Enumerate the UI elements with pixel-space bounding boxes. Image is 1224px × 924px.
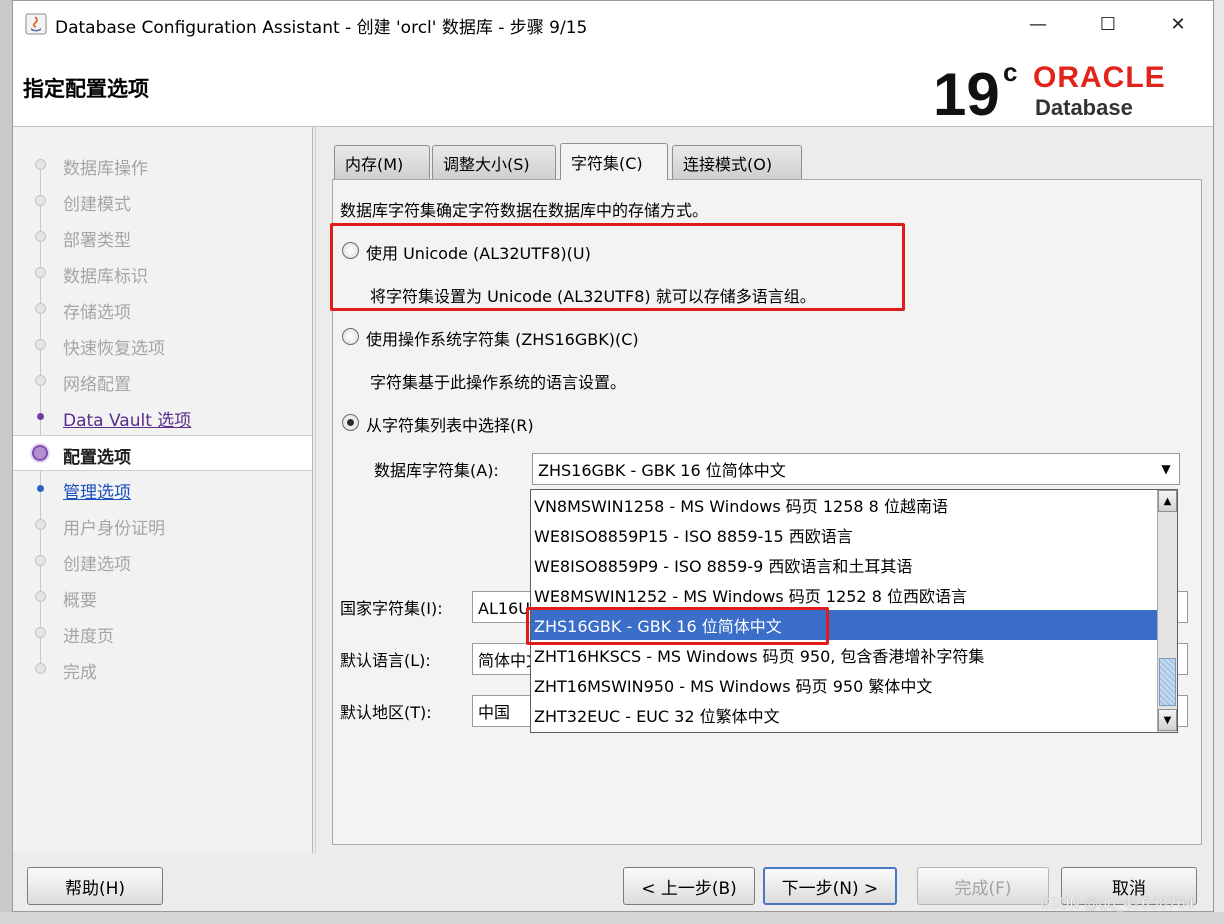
dropdown-scrollbar[interactable]: ▲ ▼ bbox=[1157, 490, 1177, 732]
charset-option[interactable]: WE8ISO8859P9 - ISO 8859-9 西欧语言和土耳其语 bbox=[531, 550, 1157, 580]
nav-step: 配置选项 bbox=[13, 435, 312, 471]
step-indicator-icon bbox=[35, 231, 46, 242]
step-indicator-icon bbox=[35, 555, 46, 566]
step-indicator-icon bbox=[37, 413, 44, 420]
logo-version: 19 bbox=[933, 61, 1000, 121]
charset-list-option-label[interactable]: 从字符集列表中选择(R) bbox=[366, 412, 534, 436]
tab-connection-mode[interactable]: 连接模式(O) bbox=[672, 145, 802, 179]
step-indicator-icon bbox=[35, 195, 46, 206]
nav-step-label: 快速恢复选项 bbox=[63, 339, 165, 359]
logo-product: Database bbox=[1035, 95, 1133, 120]
selected-highlight-box bbox=[526, 607, 829, 645]
nav-step: 存储选项 bbox=[13, 291, 312, 327]
oracle-19c-logo: 19 c ORACLE Database bbox=[933, 57, 1166, 121]
step-indicator-icon bbox=[32, 445, 48, 461]
charset-option[interactable]: ZHT32EUC - EUC 32 位繁体中文 bbox=[531, 700, 1157, 730]
nav-step-label: 数据库标识 bbox=[63, 267, 148, 287]
logo-superscript: c bbox=[1003, 57, 1017, 87]
scroll-down-icon[interactable]: ▼ bbox=[1158, 709, 1177, 731]
step-indicator-icon bbox=[35, 627, 46, 638]
db-charset-label: 数据库字符集(A): bbox=[374, 461, 499, 480]
nav-step-label: 完成 bbox=[63, 663, 97, 683]
nav-step: 创建选项 bbox=[13, 543, 312, 579]
nav-step-label: 配置选项 bbox=[63, 448, 131, 468]
title-bar[interactable]: Database Configuration Assistant - 创建 'o… bbox=[13, 1, 1213, 47]
window-title: Database Configuration Assistant - 创建 'o… bbox=[55, 18, 588, 38]
nav-step-label[interactable]: Data Vault 选项 bbox=[63, 406, 191, 431]
nav-step: 完成 bbox=[13, 651, 312, 687]
watermark: CSDN @qq_42658764 bbox=[1040, 896, 1195, 912]
unicode-option-label[interactable]: 使用 Unicode (AL32UTF8)(U) bbox=[366, 240, 591, 264]
step-indicator-icon bbox=[35, 663, 46, 674]
nav-step[interactable]: Data Vault 选项 bbox=[13, 399, 312, 435]
help-button[interactable]: 帮助(H) bbox=[27, 867, 163, 905]
nav-step-label: 网络配置 bbox=[63, 375, 131, 395]
nav-step: 用户身份证明 bbox=[13, 507, 312, 543]
nav-step-label: 存储选项 bbox=[63, 303, 131, 323]
nav-step: 网络配置 bbox=[13, 363, 312, 399]
nav-step: 进度页 bbox=[13, 615, 312, 651]
default-territory-value: 中国 bbox=[478, 703, 511, 722]
nav-step-label: 概要 bbox=[63, 591, 97, 611]
nav-step-label: 进度页 bbox=[63, 627, 114, 647]
close-button[interactable]: ✕ bbox=[1143, 1, 1213, 47]
chevron-down-icon[interactable]: ▼ bbox=[1153, 454, 1179, 484]
page-title: 指定配置选项 bbox=[23, 77, 149, 101]
finish-button[interactable]: 完成(F) bbox=[917, 867, 1049, 905]
step-indicator-icon bbox=[37, 485, 44, 492]
os-charset-option-label[interactable]: 使用操作系统字符集 (ZHS16GBK)(C) bbox=[366, 326, 639, 350]
default-territory-label: 默认地区(T): bbox=[340, 703, 432, 722]
nav-step-label: 数据库操作 bbox=[63, 159, 148, 179]
nav-step[interactable]: 管理选项 bbox=[13, 471, 312, 507]
step-indicator-icon bbox=[35, 303, 46, 314]
step-indicator-icon bbox=[35, 375, 46, 386]
national-charset-label: 国家字符集(I): bbox=[340, 599, 443, 618]
nav-step-label[interactable]: 管理选项 bbox=[63, 478, 131, 503]
default-language-label: 默认语言(L): bbox=[340, 651, 431, 670]
nav-step-label: 部署类型 bbox=[63, 231, 131, 251]
nav-step: 创建模式 bbox=[13, 183, 312, 219]
step-indicator-icon bbox=[35, 159, 46, 170]
back-button[interactable]: < 上一步(B) bbox=[623, 867, 755, 905]
logo-brand: ORACLE bbox=[1033, 61, 1166, 94]
step-indicator-icon bbox=[35, 519, 46, 530]
page-header: 指定配置选项 19 c ORACLE Database bbox=[13, 47, 1213, 127]
tab-sizing[interactable]: 调整大小(S) bbox=[432, 145, 556, 179]
charset-option[interactable]: WE8MSWIN1252 - MS Windows 码页 1252 8 位西欧语… bbox=[531, 580, 1157, 610]
charset-option[interactable]: ZHT16MSWIN950 - MS Windows 码页 950 繁体中文 bbox=[531, 670, 1157, 700]
nav-step: 数据库标识 bbox=[13, 255, 312, 291]
step-navigator: 数据库操作创建模式部署类型数据库标识存储选项快速恢复选项 网络配置 Data Vau… bbox=[13, 127, 313, 853]
step-indicator-icon bbox=[35, 591, 46, 602]
dbca-window: Database Configuration Assistant - 创建 'o… bbox=[12, 0, 1214, 912]
nav-step-label: 创建选项 bbox=[63, 555, 131, 575]
minimize-button[interactable]: — bbox=[1003, 1, 1073, 47]
unicode-option-desc: 将字符集设置为 Unicode (AL32UTF8) 就可以存储多语言组。 bbox=[370, 287, 816, 306]
desktop-background-bottom bbox=[0, 912, 1224, 924]
nav-step: 数据库操作 bbox=[13, 147, 312, 183]
step-indicator-icon bbox=[35, 339, 46, 350]
charset-intro: 数据库字符集确定字符数据在数据库中的存储方式。 bbox=[340, 201, 709, 220]
content-panel: 内存(M) 调整大小(S) 字符集(C) 连接模式(O) 数据库字符集确定字符数… bbox=[315, 127, 1213, 853]
next-button[interactable]: 下一步(N) > bbox=[763, 867, 897, 905]
maximize-button[interactable]: ☐ bbox=[1073, 1, 1143, 47]
tab-memory[interactable]: 内存(M) bbox=[334, 145, 430, 179]
java-app-icon bbox=[25, 13, 47, 35]
os-charset-radio[interactable] bbox=[342, 328, 359, 345]
db-charset-value: ZHS16GBK - GBK 16 位简体中文 bbox=[538, 461, 786, 480]
step-indicator-icon bbox=[35, 267, 46, 278]
charset-option[interactable]: WE8ISO8859P15 - ISO 8859-15 西欧语言 bbox=[531, 520, 1157, 550]
nav-step: 部署类型 bbox=[13, 219, 312, 255]
tab-charset[interactable]: 字符集(C) bbox=[560, 143, 668, 180]
charset-list-radio[interactable] bbox=[342, 414, 359, 431]
scrollbar-thumb[interactable] bbox=[1159, 658, 1176, 706]
unicode-radio[interactable] bbox=[342, 242, 359, 259]
db-charset-combobox[interactable]: ZHS16GBK - GBK 16 位简体中文 ▼ bbox=[532, 453, 1180, 485]
nav-step: 快速恢复选项 bbox=[13, 327, 312, 363]
nav-step-label: 用户身份证明 bbox=[63, 519, 165, 539]
scroll-up-icon[interactable]: ▲ bbox=[1158, 490, 1177, 512]
charset-option[interactable]: VN8MSWIN1258 - MS Windows 码页 1258 8 位越南语 bbox=[531, 490, 1157, 520]
nav-step-label: 创建模式 bbox=[63, 195, 131, 215]
nav-step: 概要 bbox=[13, 579, 312, 615]
os-charset-option-desc: 字符集基于此操作系统的语言设置。 bbox=[370, 373, 627, 392]
